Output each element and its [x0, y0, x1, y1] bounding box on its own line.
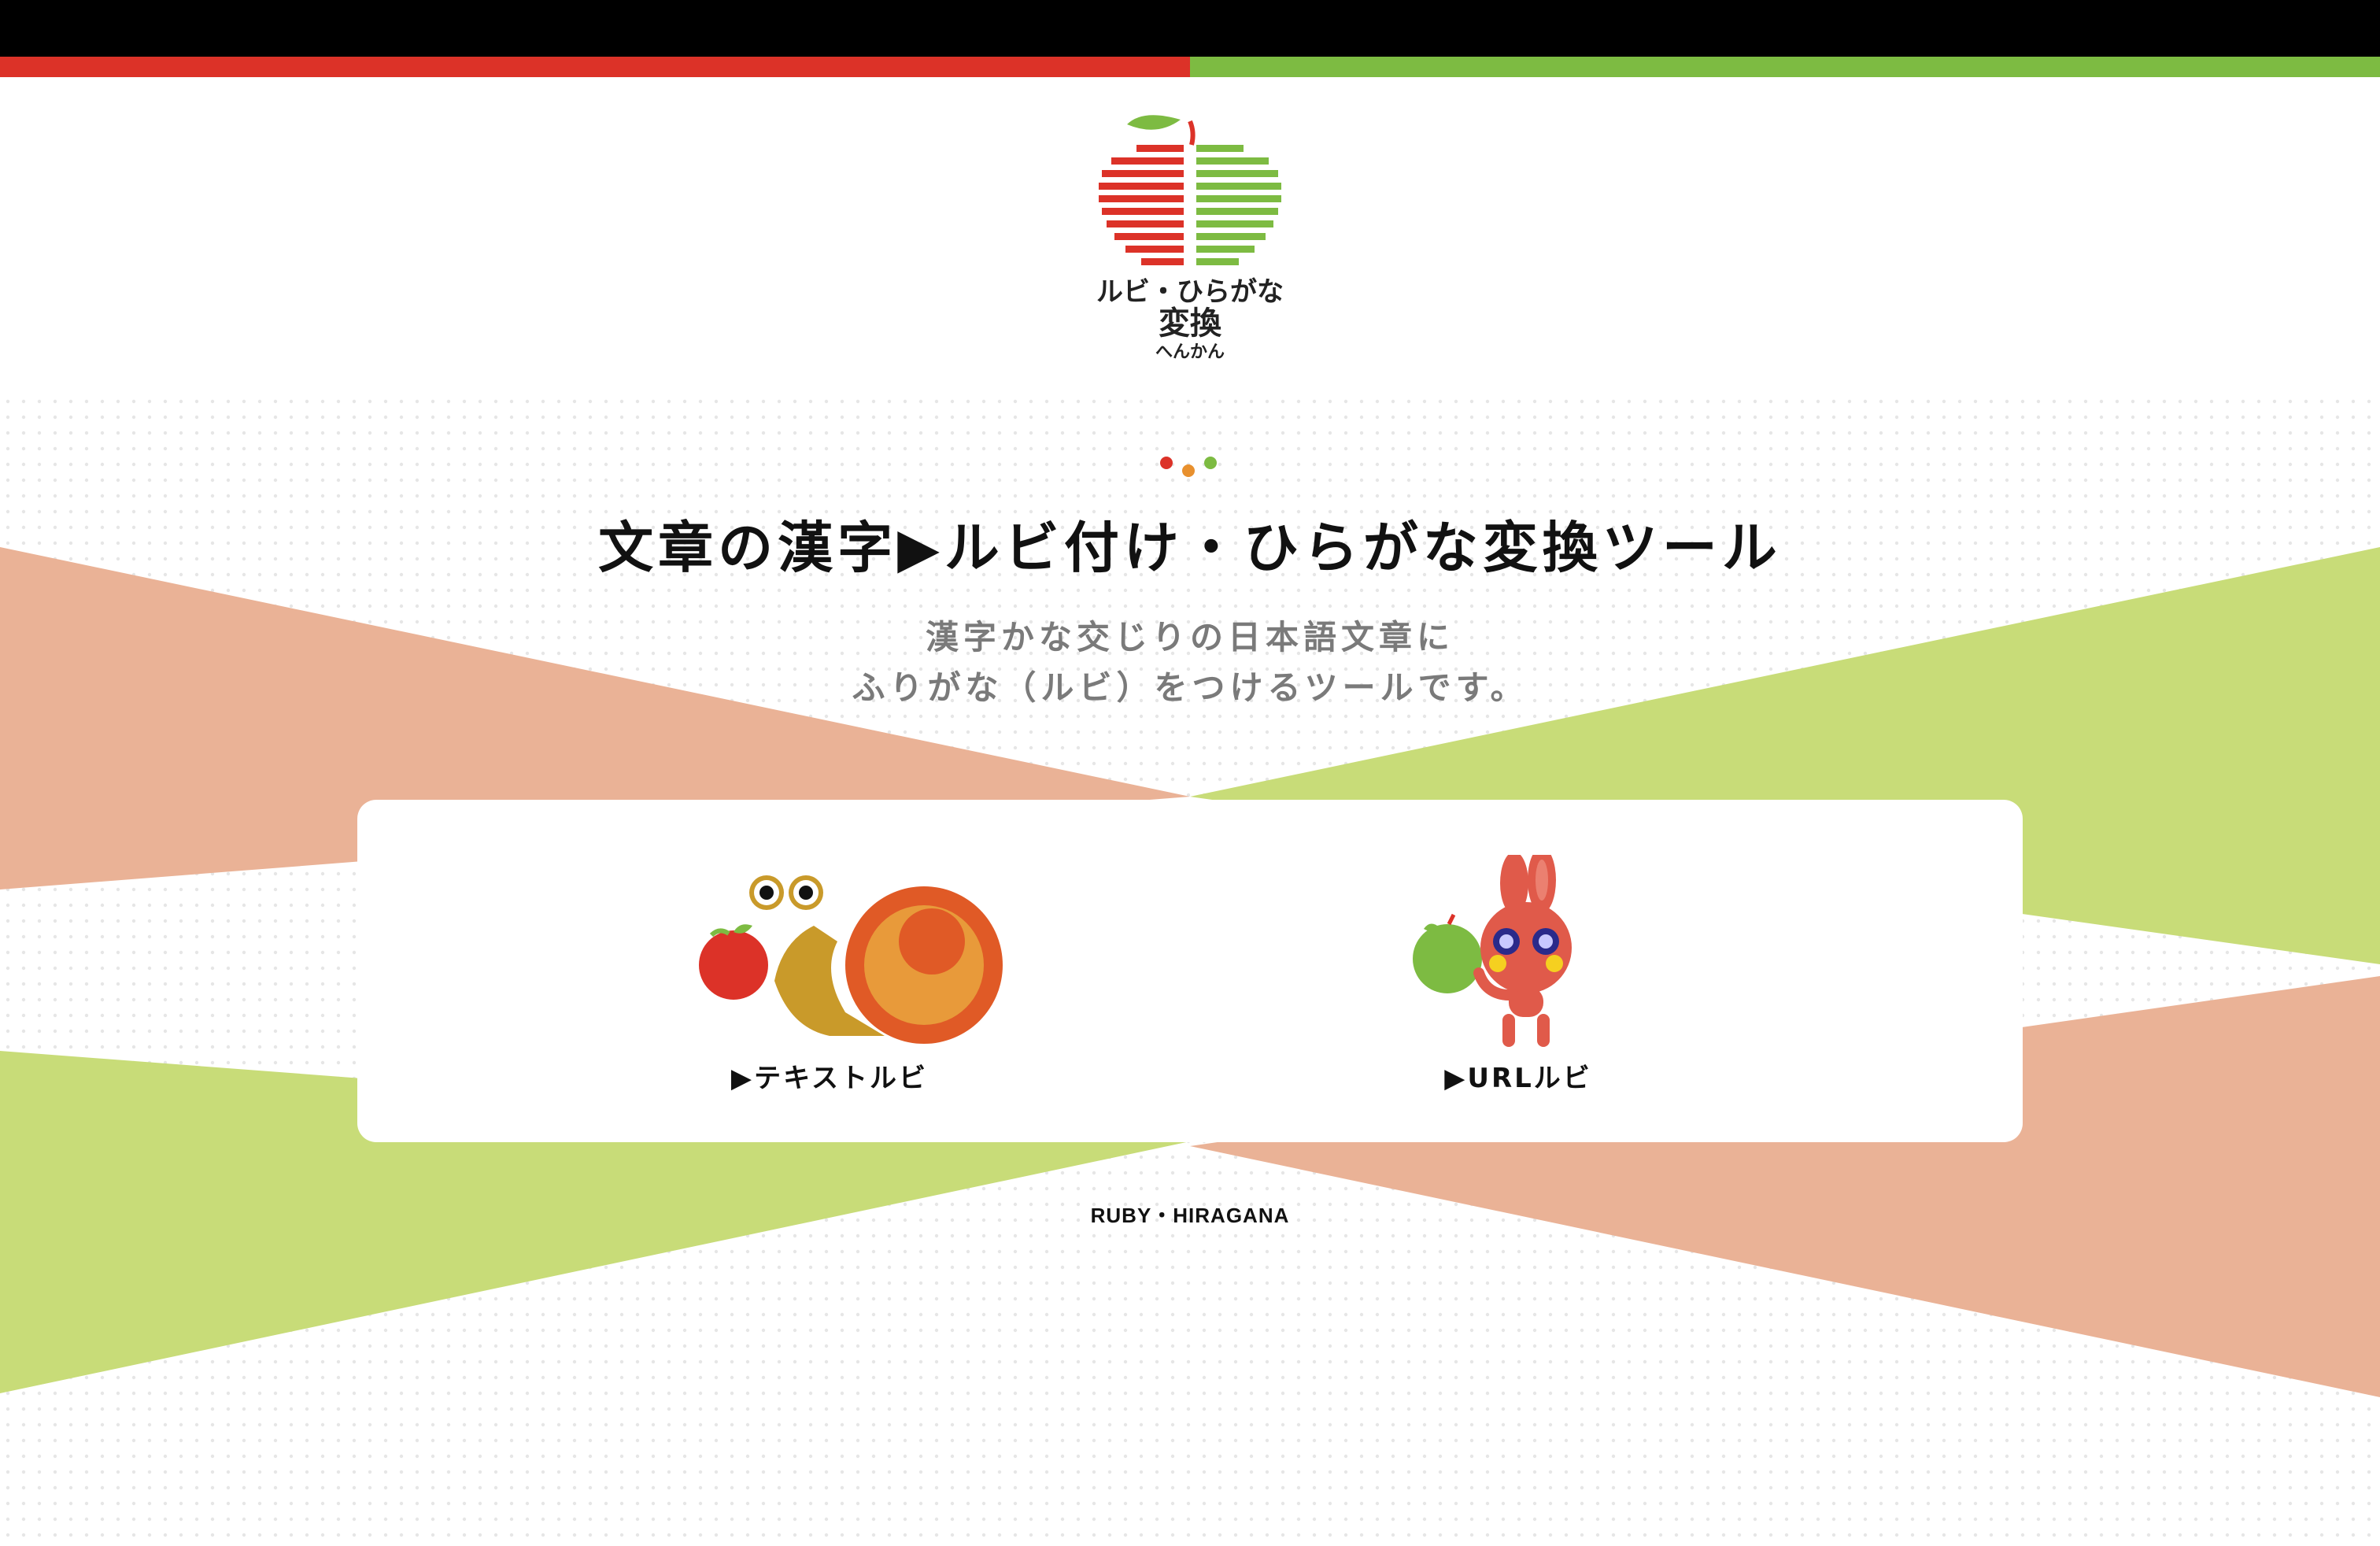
rabbit-with-apple-icon — [1413, 855, 1572, 1047]
apple-green-half — [1196, 145, 1281, 265]
url-ruby-label[interactable]: ▶URLルビ — [1392, 1056, 1644, 1095]
url-ruby-link[interactable]: ▶URLルビ — [1392, 800, 1644, 1142]
text-ruby-label[interactable]: ▶テキストルビ — [672, 1056, 987, 1095]
logo-text-line2: 変換 — [1159, 305, 1222, 342]
page-title: 文章の漢字▶ルビ付け・ひらがな変換ツール — [598, 516, 1782, 580]
apple-logo[interactable]: ルビ・ひらがな 変換 へんかん — [1064, 110, 1316, 370]
leaf-icon — [1127, 115, 1181, 130]
stem-icon — [1188, 120, 1196, 146]
tool-card: ▶テキストルビ ▶URLルビ — [357, 800, 2023, 1142]
apple-red-half — [1099, 145, 1184, 265]
dot-green — [1204, 457, 1217, 469]
dot-red — [1160, 457, 1173, 469]
dot-orange — [1182, 464, 1195, 477]
three-dots-ornament — [1160, 457, 1217, 477]
logo-text-line3: へんかん — [1155, 342, 1225, 362]
logo-text-line1: ルビ・ひらがな — [1096, 276, 1284, 308]
description-line-2: ふりがな（ルビ）をつけるツールです。 — [852, 668, 1528, 707]
footer-brand-label: RUBY・HIRAGANA — [1090, 1204, 1290, 1227]
text-ruby-link[interactable]: ▶テキストルビ — [672, 800, 1003, 1142]
description-line-1: 漢字かな交じりの日本語文章に — [925, 618, 1454, 656]
page-description: 漢字かな交じりの日本語文章に ふりがな（ルビ）をつけるツールです。 — [0, 612, 2380, 713]
snail-with-apple-icon — [699, 875, 1003, 1044]
